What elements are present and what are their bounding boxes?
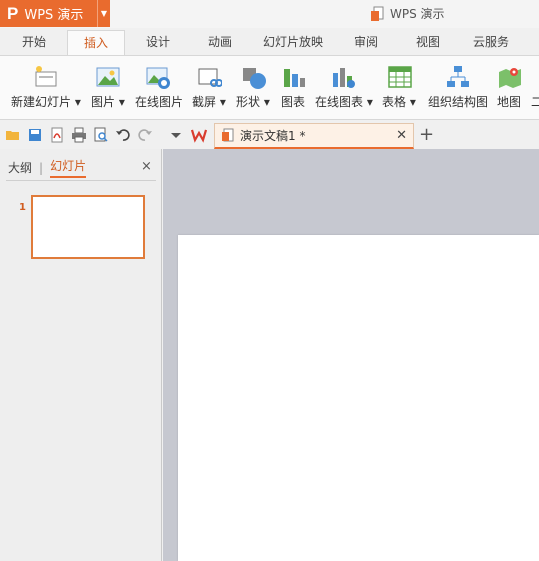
export-pdf-icon[interactable] xyxy=(49,127,65,143)
app-menu-chevron-icon[interactable]: ▼ xyxy=(97,0,110,27)
online-picture-button[interactable]: 在线图片 xyxy=(133,56,185,120)
org-chart-label: 组织结构图 xyxy=(428,95,489,109)
tab-slideshow[interactable]: 幻灯片放映 xyxy=(256,30,330,56)
insert-ribbon: 新建幻灯片 ▾ 图片 ▾ 在线图片 截屏 ▾ 形状 ▾ 图表 在线图表 ▾ 表格… xyxy=(0,55,539,120)
save-icon[interactable] xyxy=(27,127,43,143)
redo-icon[interactable] xyxy=(137,127,153,143)
document-tab[interactable]: 演示文稿1 * ✕ xyxy=(214,123,414,149)
new-slide-icon xyxy=(35,66,57,87)
online-chart-icon xyxy=(333,68,355,88)
tab-cloud[interactable]: 云服务 xyxy=(466,30,516,56)
chart-button[interactable]: 图表 xyxy=(279,56,309,120)
wps-logo: P xyxy=(7,3,19,23)
picture-label: 图片 ▾ xyxy=(91,95,125,109)
tab-start[interactable]: 开始 xyxy=(8,30,60,56)
shape-label: 形状 ▾ xyxy=(236,95,270,109)
print-icon[interactable] xyxy=(71,127,87,143)
slide-editor[interactable] xyxy=(178,235,539,561)
pane-tab-separator: | xyxy=(39,160,44,175)
undo-icon[interactable] xyxy=(115,127,131,143)
print-preview-icon[interactable] xyxy=(93,127,109,143)
open-folder-icon[interactable] xyxy=(5,127,21,143)
wps-home-icon[interactable] xyxy=(191,127,207,143)
slide-canvas-area xyxy=(163,149,539,561)
picture-button[interactable]: 图片 ▾ xyxy=(89,56,129,120)
more-ribbon-button[interactable]: 二 xyxy=(530,56,539,120)
tab-view[interactable]: 视图 xyxy=(404,30,452,56)
map-icon xyxy=(499,68,521,88)
tab-outline[interactable]: 大纲 xyxy=(8,159,32,176)
close-document-icon[interactable]: ✕ xyxy=(396,128,407,143)
online-chart-label: 在线图表 ▾ xyxy=(315,95,373,109)
window-title: WPS 演示 xyxy=(370,5,445,22)
table-label: 表格 ▾ xyxy=(382,95,416,109)
new-tab-icon[interactable]: + xyxy=(419,124,434,145)
more-ribbon-label: 二 xyxy=(531,95,539,109)
quick-access-toolbar: 演示文稿1 * ✕ + xyxy=(0,121,539,149)
online-chart-button[interactable]: 在线图表 ▾ xyxy=(314,56,374,120)
title-bar: P WPS 演示 ▼ WPS 演示 xyxy=(0,0,539,28)
table-button[interactable]: 表格 ▾ xyxy=(380,56,420,120)
slides-pane: 大纲 | 幻灯片 × 1 xyxy=(0,149,162,561)
tab-insert[interactable]: 插入 xyxy=(67,30,125,56)
tab-animation[interactable]: 动画 xyxy=(194,30,246,56)
screenshot-label: 截屏 ▾ xyxy=(192,95,226,109)
online-picture-label: 在线图片 xyxy=(135,95,184,109)
app-name: WPS 演示 xyxy=(24,8,84,23)
window-title-text: WPS 演示 xyxy=(390,7,445,21)
screenshot-button[interactable]: 截屏 ▾ xyxy=(190,56,230,120)
screenshot-icon xyxy=(198,68,222,87)
tab-slides[interactable]: 幻灯片 xyxy=(50,157,87,178)
new-slide-label: 新建幻灯片 ▾ xyxy=(11,95,81,109)
slide-number: 1 xyxy=(19,202,26,213)
org-chart-button[interactable]: 组织结构图 xyxy=(426,56,490,120)
slide-thumbnail[interactable] xyxy=(31,195,145,259)
org-chart-icon xyxy=(447,66,469,87)
pane-divider xyxy=(6,180,156,181)
chart-label: 图表 xyxy=(281,95,306,109)
shape-button[interactable]: 形状 ▾ xyxy=(235,56,275,120)
online-picture-icon xyxy=(146,67,170,89)
tab-design[interactable]: 设计 xyxy=(132,30,184,56)
document-tab-title: 演示文稿1 * xyxy=(240,129,306,143)
map-label: 地图 xyxy=(497,95,522,109)
shape-icon xyxy=(243,68,266,89)
customize-dropdown-icon[interactable] xyxy=(168,127,184,143)
picture-icon xyxy=(96,67,120,87)
tab-review[interactable]: 审阅 xyxy=(342,30,390,56)
presentation-file-icon xyxy=(222,128,234,142)
new-slide-button[interactable]: 新建幻灯片 ▾ xyxy=(8,56,84,120)
close-pane-icon[interactable]: × xyxy=(141,159,152,174)
presentation-doc-icon xyxy=(371,6,384,21)
pane-tabs: 大纲 | 幻灯片 xyxy=(8,157,87,178)
ribbon-tabs: 开始 插入 设计 动画 幻灯片放映 审阅 视图 云服务 xyxy=(0,28,539,56)
map-button[interactable]: 地图 xyxy=(495,56,525,120)
table-icon xyxy=(388,66,412,88)
chart-icon xyxy=(284,69,305,87)
wps-menu-button[interactable]: P WPS 演示 ▼ xyxy=(0,0,110,27)
